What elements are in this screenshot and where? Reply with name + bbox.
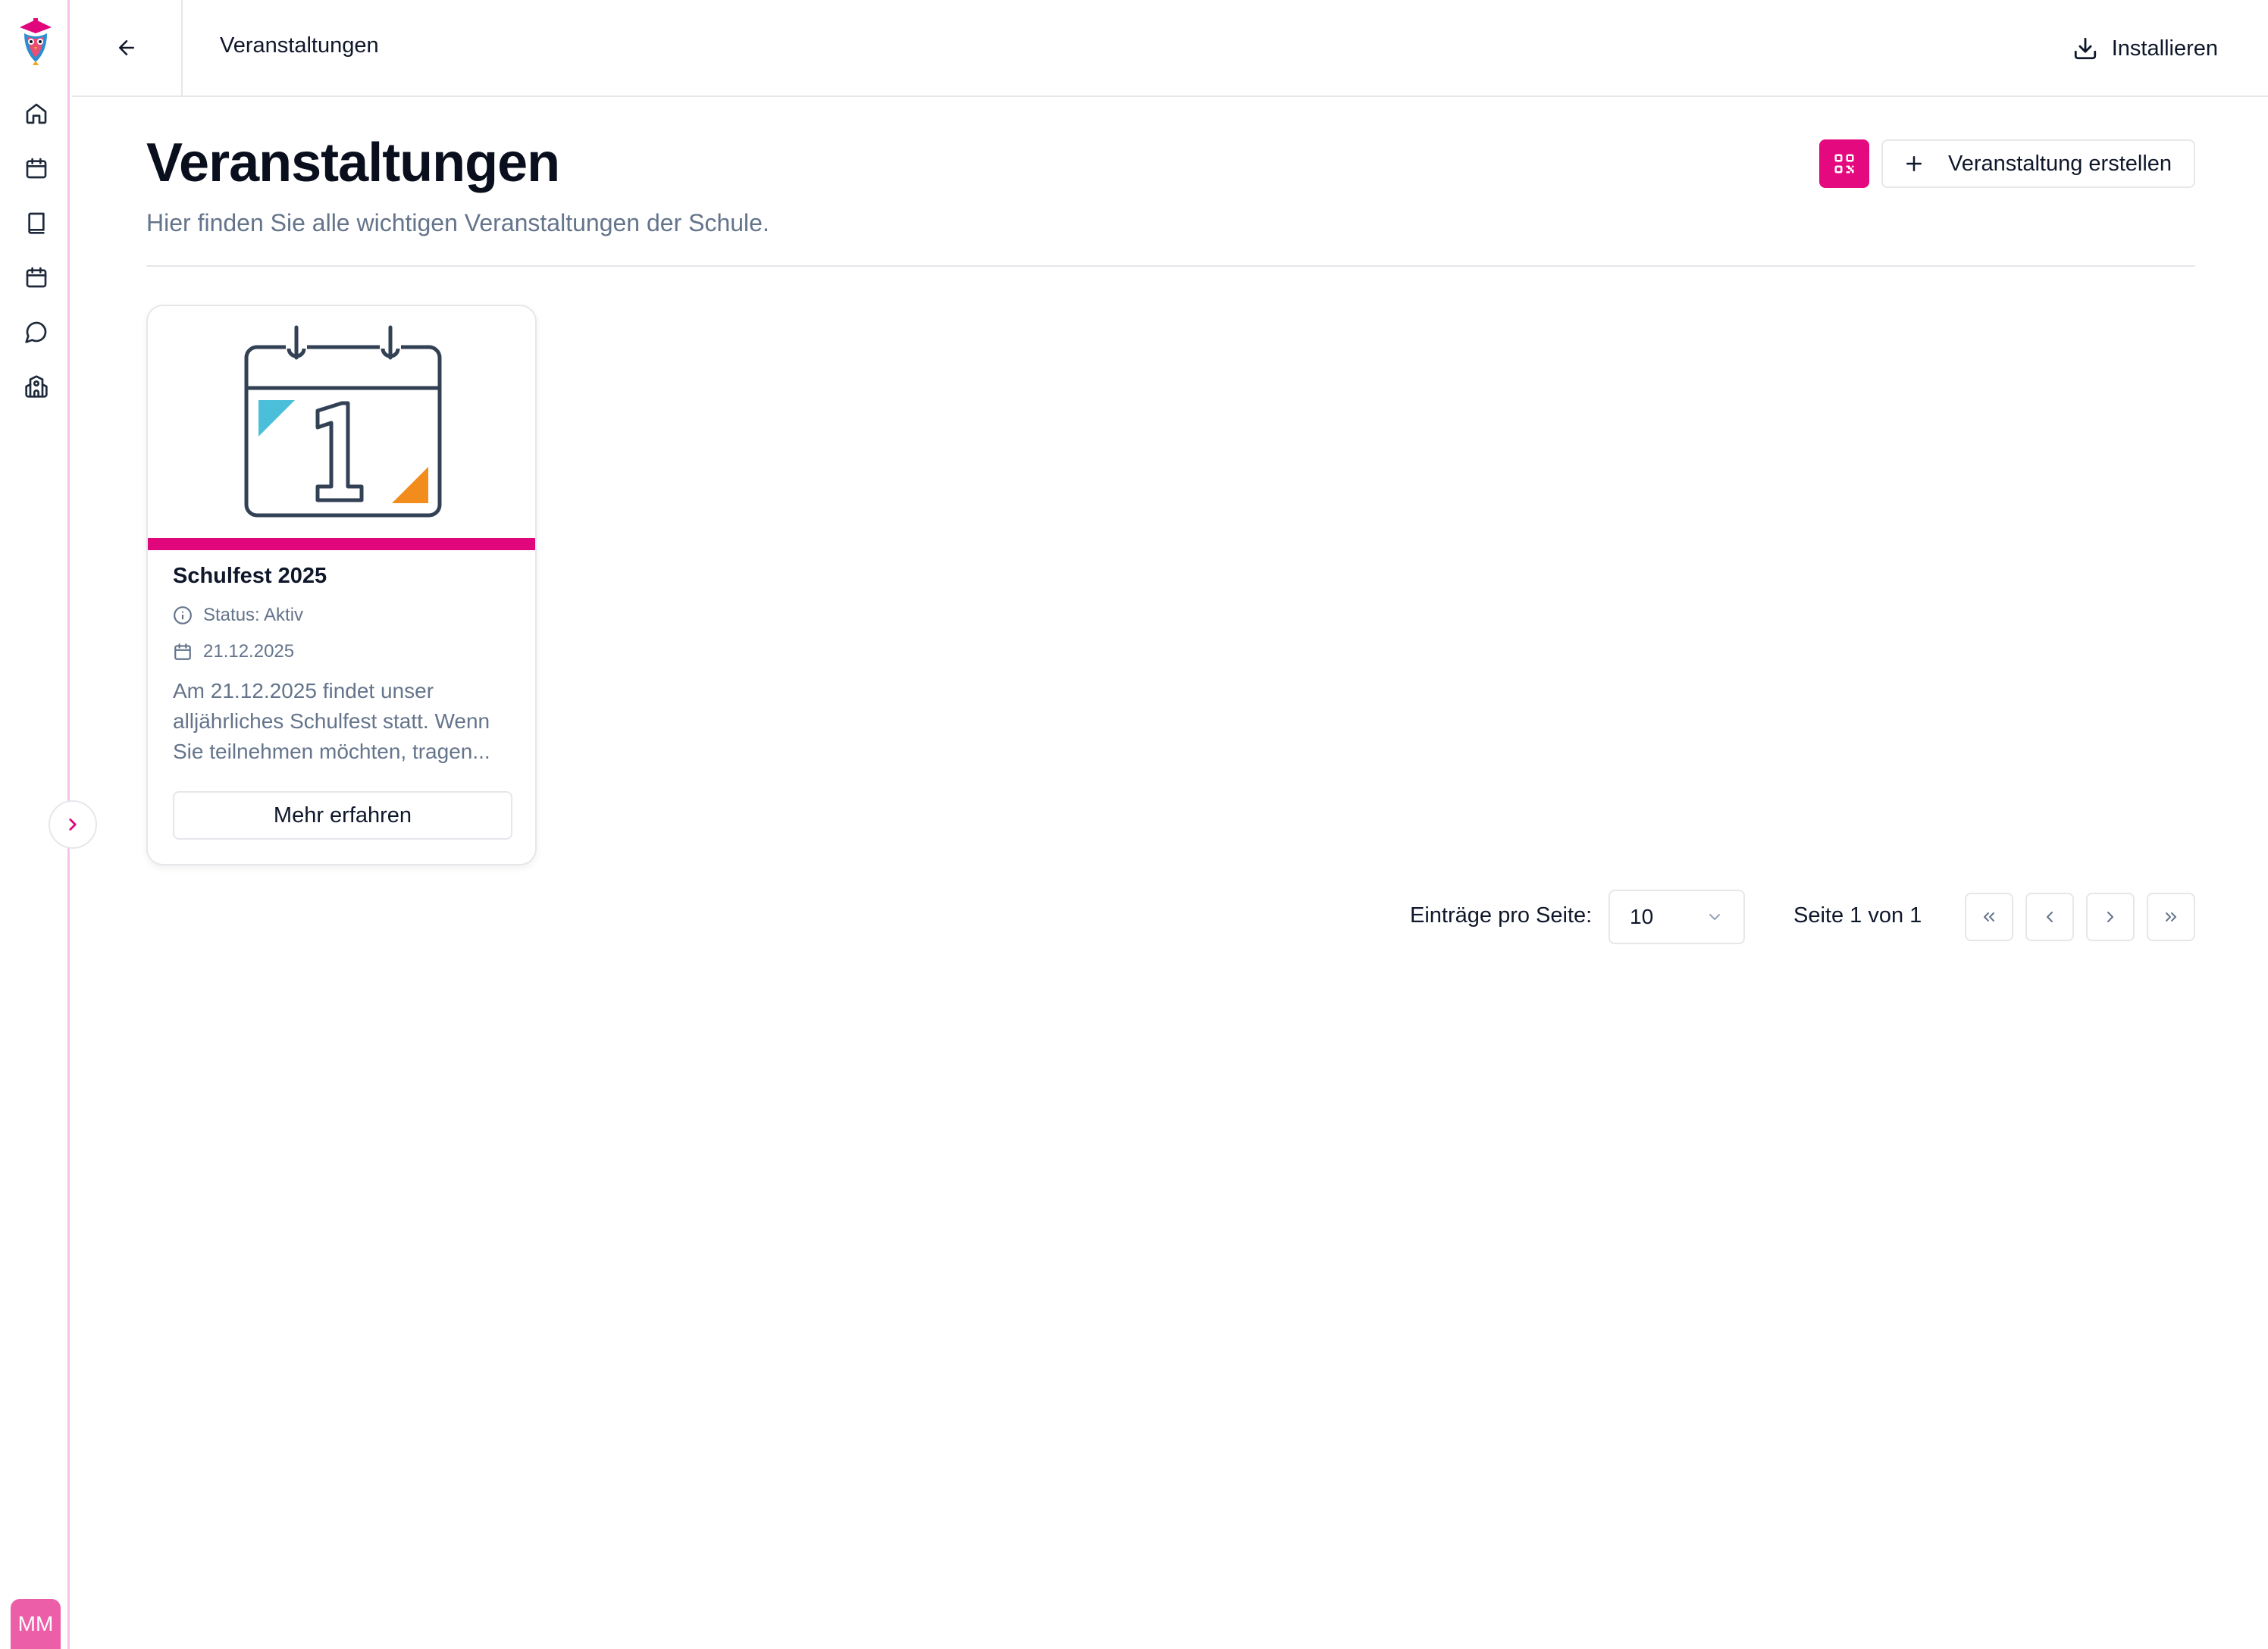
next-page-button[interactable]: [2086, 893, 2135, 941]
per-page-label: Einträge pro Seite:: [1410, 903, 1593, 928]
first-page-button[interactable]: [1965, 893, 2013, 941]
page-indicator: Seite 1 von 1: [1793, 903, 1922, 928]
event-date-text: 21.12.2025: [203, 641, 295, 662]
event-description: Am 21.12.2025 findet unser alljährliches…: [173, 679, 490, 763]
per-page-value: 10: [1630, 905, 1654, 928]
event-card: Schulfest 2025 Status: Aktiv 21.12.2025 …: [146, 305, 537, 865]
event-title: Schulfest 2025: [173, 564, 327, 588]
more-info-button[interactable]: Mehr erfahren: [173, 791, 512, 840]
plus-icon: [1906, 156, 1922, 171]
chevron-down-icon: [1709, 914, 1720, 920]
back-button[interactable]: [72, 0, 183, 95]
create-event-label: Veranstaltung erstellen: [1948, 151, 2172, 176]
header-divider: [146, 265, 2195, 267]
info-icon: [174, 606, 192, 624]
event-status: Status: Aktiv: [173, 605, 303, 626]
sidebar-expand-button[interactable]: [49, 800, 97, 849]
calendar-illustration-icon: [244, 325, 442, 518]
event-status-text: Status: Aktiv: [203, 605, 304, 625]
install-button[interactable]: Installieren: [2072, 29, 2218, 68]
qr-code-button[interactable]: [1819, 139, 1869, 188]
install-label: Installieren: [2111, 36, 2218, 61]
create-event-button[interactable]: Veranstaltung erstellen: [1881, 139, 2195, 188]
chevrons-right-icon: [2166, 912, 2176, 922]
school-icon[interactable]: [21, 371, 52, 402]
download-icon: [2074, 37, 2096, 60]
school-logo[interactable]: [14, 17, 58, 65]
last-page-button[interactable]: [2147, 893, 2195, 941]
per-page-select[interactable]: 10: [1609, 890, 1745, 944]
calendar-icon[interactable]: [21, 262, 52, 293]
book-icon[interactable]: [21, 208, 52, 238]
page-subtitle: Hier finden Sie alle wichtigen Veranstal…: [146, 209, 769, 236]
chevron-right-icon: [69, 818, 77, 831]
chevron-right-icon: [2107, 912, 2113, 922]
qr-code-icon: [1834, 154, 1854, 174]
top-bar: Veranstaltungen Installieren: [72, 0, 2268, 97]
home-icon[interactable]: [21, 99, 52, 129]
app-root: MM Veranstaltungen Installieren Veransta…: [0, 0, 2268, 1649]
event-image: [148, 306, 535, 538]
calendar-icon: [174, 643, 191, 660]
previous-page-button[interactable]: [2025, 893, 2074, 941]
calendar-icon[interactable]: [21, 153, 52, 183]
chevrons-left-icon: [1984, 912, 1994, 922]
event-date: 21.12.2025: [173, 641, 294, 662]
arrow-left-icon: [119, 40, 134, 55]
chat-icon[interactable]: [21, 317, 52, 347]
topbar-title: Veranstaltungen: [220, 33, 379, 58]
user-avatar[interactable]: MM: [11, 1599, 61, 1649]
chevron-left-icon: [2047, 912, 2053, 922]
event-card-accent-bar: [148, 538, 535, 550]
page-title: Veranstaltungen: [146, 133, 560, 193]
